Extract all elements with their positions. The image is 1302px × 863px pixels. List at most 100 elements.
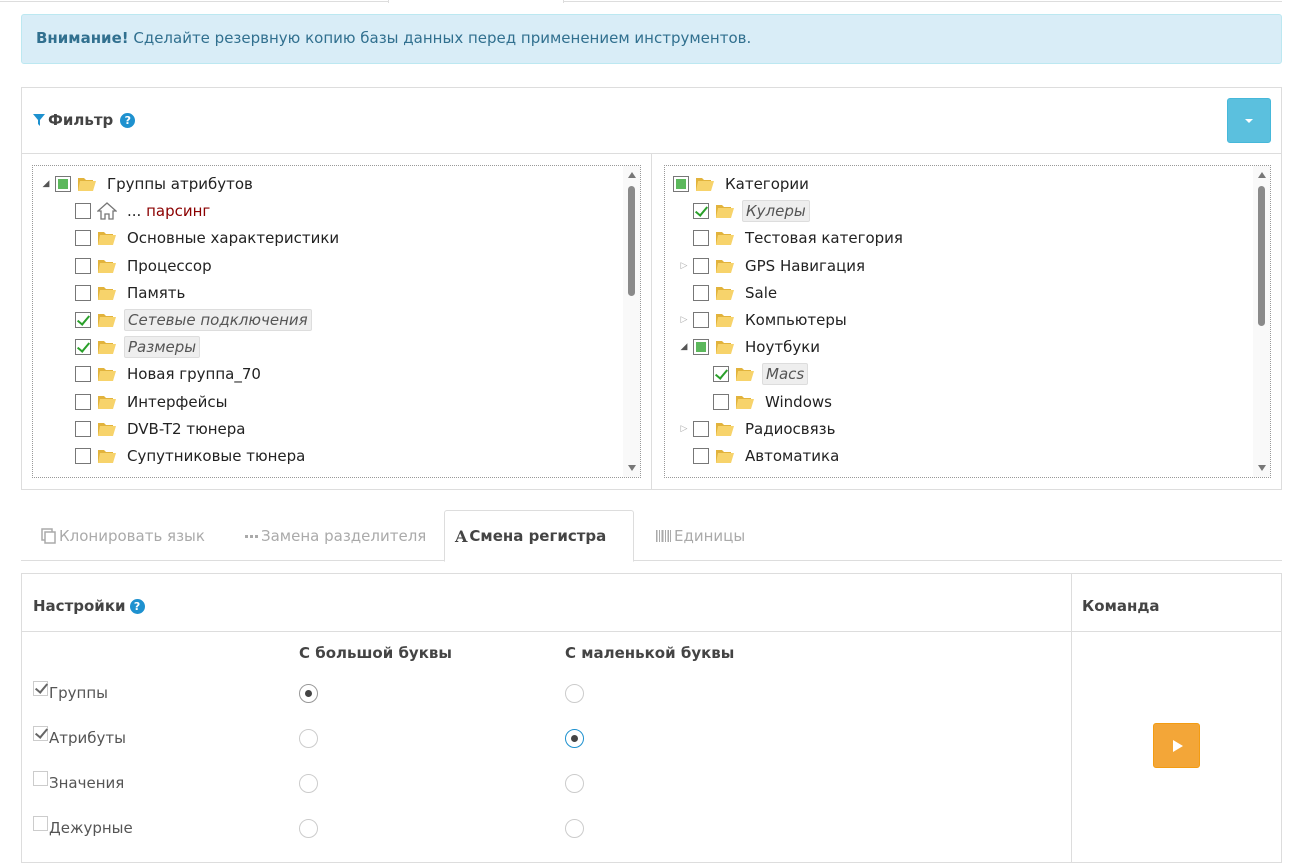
tree-label[interactable]: Тестовая категория bbox=[742, 228, 906, 248]
tree-checkbox[interactable] bbox=[693, 230, 709, 247]
expand-arrow-icon[interactable]: ▷ bbox=[677, 261, 691, 271]
scroll-thumb[interactable] bbox=[628, 186, 635, 296]
tree-node[interactable]: Супутниковые тюнера bbox=[59, 444, 308, 468]
tree-checkbox[interactable] bbox=[75, 203, 91, 220]
radio-upper[interactable] bbox=[299, 729, 318, 748]
tree-label[interactable]: Кулеры bbox=[742, 200, 810, 223]
tree-node[interactable]: Windows bbox=[697, 390, 835, 414]
tree-checkbox[interactable] bbox=[75, 393, 91, 410]
tree-checkbox[interactable] bbox=[75, 448, 91, 464]
tree-node[interactable]: Тестовая категория bbox=[677, 226, 906, 250]
tree-label[interactable]: GPS Навигация bbox=[742, 256, 868, 276]
radio-lower[interactable] bbox=[565, 774, 584, 793]
run-button[interactable] bbox=[1153, 723, 1200, 768]
row-checkbox[interactable] bbox=[33, 816, 48, 831]
tab-replace-separator[interactable]: Замена разделителя bbox=[235, 510, 436, 561]
tree-label[interactable]: Интерфейсы bbox=[124, 392, 230, 412]
tree-label[interactable]: Категории bbox=[722, 174, 812, 194]
radio-lower[interactable] bbox=[565, 729, 584, 748]
tree-node[interactable]: Основные характеристики bbox=[59, 226, 342, 250]
tree-node[interactable]: Память bbox=[59, 281, 188, 305]
row-checkbox[interactable] bbox=[33, 726, 48, 741]
collapse-arrow-icon[interactable]: ◢ bbox=[677, 342, 691, 352]
tree-label[interactable]: Процессор bbox=[124, 256, 215, 276]
scroll-thumb[interactable] bbox=[1258, 186, 1265, 326]
top-active-tab[interactable] bbox=[388, 0, 564, 3]
tree-node[interactable]: Размеры bbox=[59, 335, 201, 359]
tree-node[interactable]: Macs bbox=[697, 362, 809, 386]
tree-checkbox[interactable] bbox=[75, 312, 91, 328]
radio-upper[interactable] bbox=[299, 774, 318, 793]
expand-arrow-icon[interactable]: ▷ bbox=[677, 315, 691, 325]
tree-label[interactable]: Память bbox=[124, 283, 188, 303]
tab-clone-language[interactable]: Клонировать язык bbox=[31, 510, 215, 561]
row-checkbox[interactable] bbox=[33, 771, 48, 786]
tree-checkbox[interactable] bbox=[713, 366, 729, 383]
row-checkbox[interactable] bbox=[33, 681, 48, 696]
tree-checkbox[interactable] bbox=[75, 284, 91, 301]
tree-label[interactable]: Сетевые подключения bbox=[124, 309, 312, 331]
help-icon[interactable]: ? bbox=[129, 598, 145, 614]
tree-label[interactable]: Новая группа_70 bbox=[124, 364, 264, 384]
tree-node[interactable]: Автоматика bbox=[677, 444, 842, 468]
tree-label[interactable]: DVB-T2 тюнера bbox=[124, 419, 248, 439]
tree-node[interactable]: ... парсинг bbox=[59, 199, 213, 223]
tree-node[interactable]: Категории bbox=[665, 172, 812, 196]
tree-node[interactable]: Sale bbox=[677, 281, 780, 305]
tree-label[interactable]: ... парсинг bbox=[124, 201, 213, 221]
tree-checkbox[interactable] bbox=[55, 176, 71, 192]
tab-units[interactable]: Единицы bbox=[646, 510, 755, 561]
scrollbar[interactable] bbox=[623, 166, 640, 477]
tree-label[interactable]: Группы атрибутов bbox=[104, 174, 256, 194]
tree-node[interactable]: DVB-T2 тюнера bbox=[59, 417, 248, 441]
tree-node[interactable]: Новая группа_70 bbox=[59, 362, 264, 386]
tab-change-case[interactable]: A Смена регистра bbox=[444, 510, 634, 562]
scroll-up-icon[interactable] bbox=[1258, 172, 1266, 178]
tree-label[interactable]: Супутниковые тюнера bbox=[124, 446, 308, 466]
tree-checkbox[interactable] bbox=[693, 420, 709, 437]
radio-lower[interactable] bbox=[565, 684, 584, 703]
tree-checkbox[interactable] bbox=[75, 366, 91, 383]
tree-checkbox[interactable] bbox=[693, 257, 709, 274]
tree-checkbox[interactable] bbox=[75, 339, 91, 356]
tree-node[interactable]: ▷ Радиосвязь bbox=[677, 417, 838, 441]
tree-label[interactable]: Компьютеры bbox=[742, 310, 850, 330]
scroll-down-icon[interactable] bbox=[628, 465, 636, 471]
tree-checkbox[interactable] bbox=[693, 448, 709, 464]
tree-node[interactable]: ▷ GPS Навигация bbox=[677, 254, 868, 278]
tree-label[interactable]: Автоматика bbox=[742, 446, 842, 466]
radio-upper[interactable] bbox=[299, 819, 318, 838]
tree-checkbox[interactable] bbox=[75, 420, 91, 437]
scroll-down-icon[interactable] bbox=[1258, 465, 1266, 471]
radio-lower[interactable] bbox=[565, 819, 584, 838]
tree-label[interactable]: Windows bbox=[762, 392, 835, 412]
tree-checkbox[interactable] bbox=[693, 312, 709, 328]
tree-node[interactable]: Процессор bbox=[59, 254, 215, 278]
radio-upper[interactable] bbox=[299, 684, 318, 703]
tree-node[interactable]: ◢ Ноутбуки bbox=[677, 335, 823, 359]
tree-node[interactable]: Кулеры bbox=[677, 199, 810, 223]
tree-checkbox[interactable] bbox=[693, 339, 709, 356]
tree-checkbox[interactable] bbox=[75, 257, 91, 274]
tree-checkbox[interactable] bbox=[693, 203, 709, 220]
tree-checkbox[interactable] bbox=[75, 230, 91, 247]
expand-arrow-icon[interactable]: ▷ bbox=[677, 424, 691, 434]
tree-checkbox[interactable] bbox=[713, 393, 729, 410]
tree-label[interactable]: Основные характеристики bbox=[124, 228, 342, 248]
tree-label[interactable]: Радиосвязь bbox=[742, 419, 838, 439]
scrollbar[interactable] bbox=[1253, 166, 1270, 477]
tree-label[interactable]: Ноутбуки bbox=[742, 337, 823, 357]
collapse-arrow-icon[interactable]: ◢ bbox=[39, 179, 53, 189]
tree-label[interactable]: Размеры bbox=[124, 336, 201, 359]
tree-label[interactable]: Sale bbox=[742, 283, 780, 303]
tree-label[interactable]: Macs bbox=[762, 363, 809, 386]
scroll-up-icon[interactable] bbox=[628, 172, 636, 178]
tree-node[interactable]: ▷ Компьютеры bbox=[677, 308, 850, 332]
tree-node[interactable]: ◢ Группы атрибутов bbox=[39, 172, 256, 196]
tree-checkbox[interactable] bbox=[693, 284, 709, 301]
filter-dropdown-button[interactable] bbox=[1227, 98, 1271, 143]
tree-checkbox[interactable] bbox=[673, 176, 689, 192]
tree-node[interactable]: Сетевые подключения bbox=[59, 308, 312, 332]
help-icon[interactable]: ? bbox=[120, 112, 136, 128]
tree-node[interactable]: Интерфейсы bbox=[59, 390, 230, 414]
